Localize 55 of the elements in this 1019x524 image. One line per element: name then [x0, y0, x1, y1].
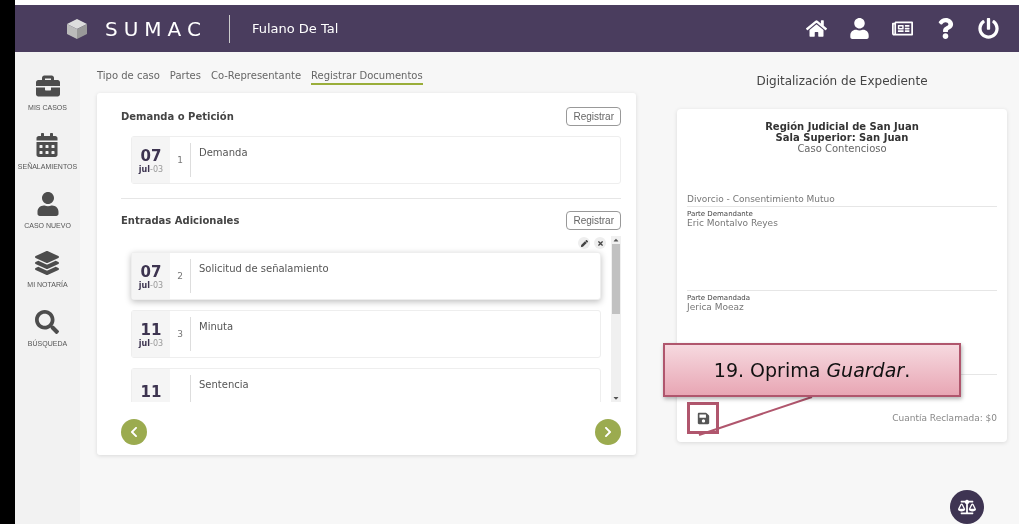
party-name: Jerica Moeaz	[687, 302, 745, 312]
register-button[interactable]: Registrar	[566, 107, 621, 126]
entry-title: Solicitud de señalamiento	[190, 259, 337, 293]
region-text: Región Judicial de San Juan	[764, 121, 920, 132]
entry-day: 11	[140, 383, 162, 401]
user-name: Fulano De Tal	[251, 21, 339, 36]
section-title: Demanda o Petición	[121, 111, 234, 122]
delete-button[interactable]	[594, 237, 606, 249]
entry-day: 07	[140, 262, 162, 281]
tab[interactable]: Registrar Documentos	[311, 70, 423, 85]
user-icon[interactable]	[849, 18, 870, 39]
entry-title: Sentencia	[190, 375, 257, 402]
home-icon[interactable]	[806, 18, 827, 39]
chevron-right-icon	[602, 426, 614, 438]
briefcase-icon[interactable]	[35, 74, 60, 98]
entry-card[interactable]: 11 jul-03 3 Minuta	[131, 310, 601, 358]
section-title: Entradas Adicionales	[121, 215, 240, 226]
tab[interactable]: Partes	[169, 70, 201, 85]
entry-day: 07	[140, 146, 162, 165]
entry-number: 1	[176, 154, 184, 167]
instruction-callout: 19. Oprima Guardar.	[663, 343, 961, 397]
party-name: Eric Montalvo Reyes	[687, 218, 779, 228]
court-text: Sala Superior: San Juan	[775, 132, 910, 143]
amount-text: Cuantía Reclamada: $0	[892, 413, 997, 423]
panel-title: Digitalización de Expediente	[756, 74, 928, 88]
close-icon	[596, 239, 604, 247]
entry-date: jul-03	[138, 338, 164, 348]
entry-number: 3	[176, 328, 184, 341]
search-icon[interactable]	[35, 310, 60, 334]
entry-date: jul-03	[138, 164, 164, 174]
entry-title: Demanda	[190, 143, 256, 177]
entry-date: jul-03	[138, 280, 164, 290]
chevron-left-icon	[128, 426, 140, 438]
entry-title: Minuta	[190, 317, 242, 351]
entry-day: 11	[140, 320, 162, 339]
pencil-icon	[580, 239, 588, 247]
scroll-up-icon[interactable]	[612, 236, 620, 244]
entry-number: 2	[176, 270, 184, 283]
power-icon[interactable]	[978, 18, 999, 39]
calendar-icon[interactable]	[35, 133, 60, 157]
layers-icon[interactable]	[35, 251, 60, 275]
save-button[interactable]	[687, 402, 719, 434]
edit-button[interactable]	[578, 237, 590, 249]
cube-logo-icon	[65, 16, 89, 41]
brand-name: SUMAC	[105, 16, 207, 41]
register-button[interactable]: Registrar	[566, 211, 621, 230]
case-type-text: Caso Contencioso	[796, 143, 888, 154]
entry-card[interactable]: 11 Sentencia	[131, 368, 601, 402]
matter-text: Divorcio - Consentimiento Mutuo	[687, 194, 997, 207]
scrollbar[interactable]	[611, 236, 621, 402]
scroll-down-icon[interactable]	[612, 394, 620, 402]
entry-card[interactable]: 07 jul-03 1 Demanda	[131, 136, 621, 184]
tab[interactable]: Tipo de caso	[97, 70, 160, 85]
scale-icon[interactable]	[950, 490, 984, 524]
tab[interactable]: Co-Representante	[210, 70, 302, 85]
